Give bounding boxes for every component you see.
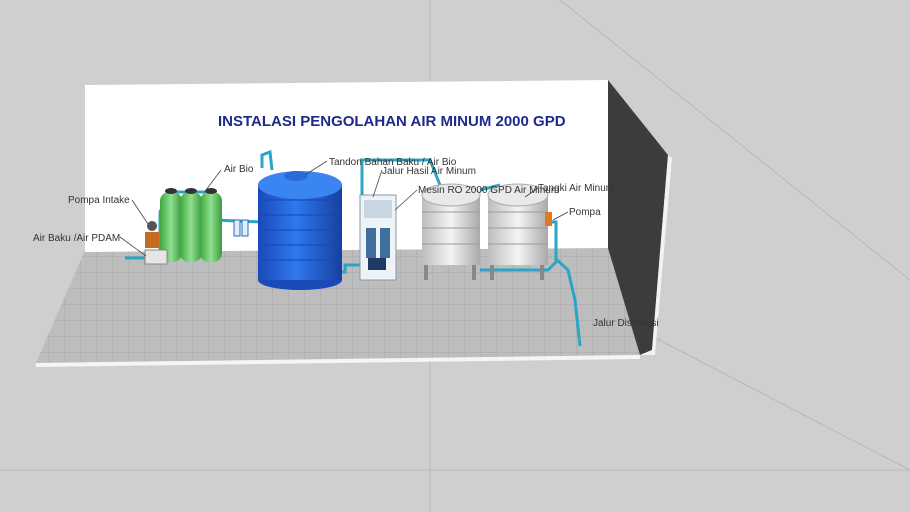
- filter-vessel-3: [200, 192, 222, 262]
- label-air-baku: Air Baku /Air PDAM: [33, 233, 120, 244]
- filter-vessel-2: [180, 192, 202, 262]
- raw-water-tank: [258, 171, 342, 290]
- label-pompa: Pompa: [569, 207, 601, 218]
- diagram-canvas: INSTALASI PENGOLAHAN AIR MINUM 2000 GPD: [0, 0, 910, 512]
- label-air-bio: Air Bio: [224, 164, 254, 175]
- ro-machine: [359, 194, 397, 281]
- cartridge-filter-2: [241, 219, 249, 237]
- label-jalur-distribusi: Jalur Distribusi: [593, 318, 659, 329]
- label-tangki: Tangki Air Minum: [538, 183, 614, 194]
- page-title: INSTALASI PENGOLAHAN AIR MINUM 2000 GPD: [218, 113, 566, 130]
- label-pompa-intake: Pompa Intake: [68, 195, 130, 206]
- label-jalur-hasil: Jalur Hasil Air Minum: [382, 166, 476, 177]
- cartridge-filter-1: [233, 219, 241, 237]
- distribution-pump: [545, 212, 552, 226]
